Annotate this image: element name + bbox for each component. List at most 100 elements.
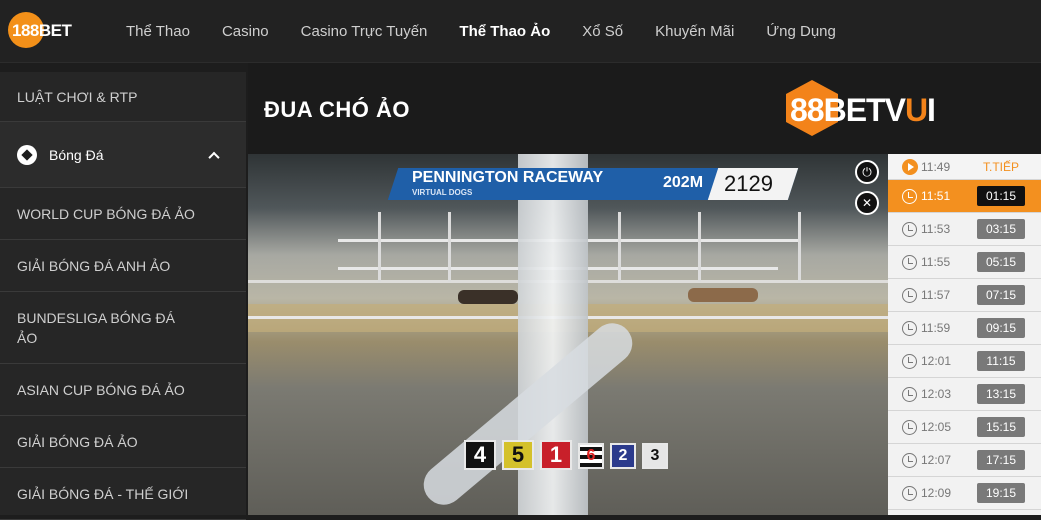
nav-the-thao-ao[interactable]: Thể Thao Ảo [459, 23, 550, 40]
schedule-row[interactable]: 11:57 07:15 [888, 279, 1041, 312]
schedule-row[interactable]: 12:09 19:15 [888, 477, 1041, 510]
clock-icon [902, 485, 917, 501]
brand-text: 88BETVUI [790, 92, 936, 128]
schedule-time: 11:55 [921, 255, 951, 269]
nav-the-thao[interactable]: Thể Thao [126, 23, 190, 40]
sidebar-item-virtual-football[interactable]: GIẢI BÓNG ĐÁ ẢO [0, 416, 246, 468]
rail-post [448, 212, 451, 282]
sidebar-item-world[interactable]: GIẢI BÓNG ĐÁ - THẾ GIỚI [0, 468, 246, 520]
clock-icon [902, 221, 917, 237]
clock-icon [902, 386, 917, 402]
position-tile: 6 [578, 443, 604, 469]
sidebar: LUẬT CHƠI & RTP Bóng Đá WORLD CUP BÓNG Đ… [0, 72, 246, 520]
schedule-row[interactable]: 11:51 01:15 [888, 180, 1041, 213]
nav-xo-so[interactable]: Xổ Số [582, 23, 623, 40]
rail-post [698, 212, 701, 282]
rail-post [378, 212, 381, 282]
schedule-countdown: 01:15 [977, 186, 1025, 206]
schedule-time: 11:57 [921, 288, 951, 302]
race-positions: 4 5 1 6 2 3 [464, 440, 668, 470]
sidebar-item-label: GIẢI BÓNG ĐÁ - THẾ GIỚI [17, 485, 189, 502]
88betvui-logo: 88BETVUI [786, 80, 956, 136]
race-distance: 202M [663, 174, 704, 191]
position-tile: 4 [464, 440, 496, 470]
track-subtitle: VIRTUAL DOGS [412, 188, 473, 197]
schedule-time: 11:59 [921, 321, 951, 335]
schedule-row[interactable]: 12:03 13:15 [888, 378, 1041, 411]
sidebar-section-label: Bóng Đá [49, 146, 104, 163]
schedule-countdown: 17:15 [977, 450, 1025, 470]
schedule-time: 11:49 [921, 159, 951, 174]
schedule-row[interactable]: 11:53 03:15 [888, 213, 1041, 246]
sidebar-item-label: LUẬT CHƠI & RTP [17, 88, 138, 105]
schedule-time: 12:05 [921, 420, 952, 434]
sidebar-item-label: GIẢI BÓNG ĐÁ ANH ẢO [17, 257, 171, 274]
schedule-time: 11:53 [921, 222, 951, 236]
schedule-countdown: 05:15 [977, 252, 1025, 272]
schedule-countdown: 11:15 [977, 351, 1025, 371]
rail-post [798, 212, 801, 282]
position-tile: 1 [540, 440, 572, 470]
play-icon[interactable] [902, 158, 918, 175]
schedule-next-row[interactable]: 11:49 T.TIẾP [888, 154, 1041, 180]
nav-casino-truc-tuyen[interactable]: Casino Trực Tuyến [301, 23, 428, 40]
position-tile: 2 [610, 443, 636, 469]
nav-khuyen-mai[interactable]: Khuyến Mãi [655, 23, 734, 40]
sidebar-item-label: WORLD CUP BÓNG ĐÁ ẢO [17, 205, 195, 222]
schedule-time: 12:09 [921, 486, 952, 500]
schedule-row[interactable]: 11:55 05:15 [888, 246, 1041, 279]
greyhound [458, 290, 518, 304]
clock-icon [902, 452, 917, 468]
page-title: ĐUA CHÓ ẢO [264, 97, 410, 122]
soccer-ball-icon [17, 144, 37, 165]
sidebar-section-football[interactable]: Bóng Đá [0, 122, 246, 188]
race-schedule: 11:49 T.TIẾP 11:51 01:15 11:53 03:15 11:55 05… [888, 154, 1041, 515]
next-label: T.TIẾP [983, 159, 1020, 174]
clock-icon [902, 254, 917, 270]
schedule-countdown: 15:15 [977, 417, 1025, 437]
mute-icon[interactable]: ✕ [855, 191, 879, 215]
rail-post [618, 212, 621, 282]
schedule-row[interactable]: 12:05 15:15 [888, 411, 1041, 444]
schedule-countdown: 07:15 [977, 285, 1025, 305]
sidebar-item-rules[interactable]: LUẬT CHƠI & RTP [0, 72, 246, 122]
chevron-up-icon[interactable] [208, 151, 220, 163]
sidebar-item-premier[interactable]: GIẢI BÓNG ĐÁ ANH ẢO [0, 240, 246, 292]
schedule-time: 12:03 [921, 387, 952, 401]
schedule-countdown: 03:15 [977, 219, 1025, 239]
sidebar-item-world-cup[interactable]: WORLD CUP BÓNG ĐÁ ẢO [0, 188, 246, 240]
logo-text: 188BET [12, 21, 72, 40]
sidebar-item-label: BUNDESLIGA BÓNG ĐÁ ẢO [17, 309, 175, 346]
position-tile: 3 [642, 443, 668, 469]
sidebar-item-label: GIẢI BÓNG ĐÁ ẢO [17, 433, 138, 450]
188bet-logo[interactable]: 188BET [8, 10, 78, 50]
schedule-time: 11:51 [921, 189, 951, 203]
clock-icon [902, 287, 917, 303]
clock-icon [902, 188, 917, 204]
track-name: PENNINGTON RACEWAY [412, 169, 604, 186]
title-bar: ĐUA CHÓ ẢO 88BETVUI [248, 63, 1041, 154]
position-tile: 5 [502, 440, 534, 470]
sidebar-item-label: ASIAN CUP BÓNG ĐÁ ẢO [17, 381, 185, 398]
top-navbar: 188BET Thể Thao Casino Casino Trực Tuyến… [0, 0, 1041, 63]
power-icon[interactable]: ⏻ [855, 160, 879, 184]
clock-icon [902, 419, 917, 435]
clock-icon [902, 353, 917, 369]
schedule-row[interactable]: 12:07 17:15 [888, 444, 1041, 477]
main-content: ĐUA CHÓ ẢO 88BETVUI PENNINGTON RACEWAY V… [248, 63, 1041, 515]
schedule-row[interactable]: 12:01 11:15 [888, 345, 1041, 378]
schedule-row[interactable]: 11:59 09:15 [888, 312, 1041, 345]
race-video[interactable]: PENNINGTON RACEWAY VIRTUAL DOGS 202M 212… [248, 154, 888, 515]
main-nav: Thể Thao Casino Casino Trực Tuyến Thể Th… [110, 0, 852, 63]
sidebar-item-bundesliga[interactable]: BUNDESLIGA BÓNG ĐÁ ẢO [0, 292, 246, 364]
schedule-countdown: 19:15 [977, 483, 1025, 503]
nav-ung-dung[interactable]: Ứng Dụng [766, 23, 836, 40]
nav-casino[interactable]: Casino [222, 23, 269, 40]
greyhound [688, 288, 758, 302]
race-id: 2129 [724, 171, 773, 196]
schedule-countdown: 13:15 [977, 384, 1025, 404]
clock-icon [902, 320, 917, 336]
sidebar-item-asian-cup[interactable]: ASIAN CUP BÓNG ĐÁ ẢO [0, 364, 246, 416]
schedule-time: 12:07 [921, 453, 952, 467]
schedule-time: 12:01 [921, 354, 952, 368]
